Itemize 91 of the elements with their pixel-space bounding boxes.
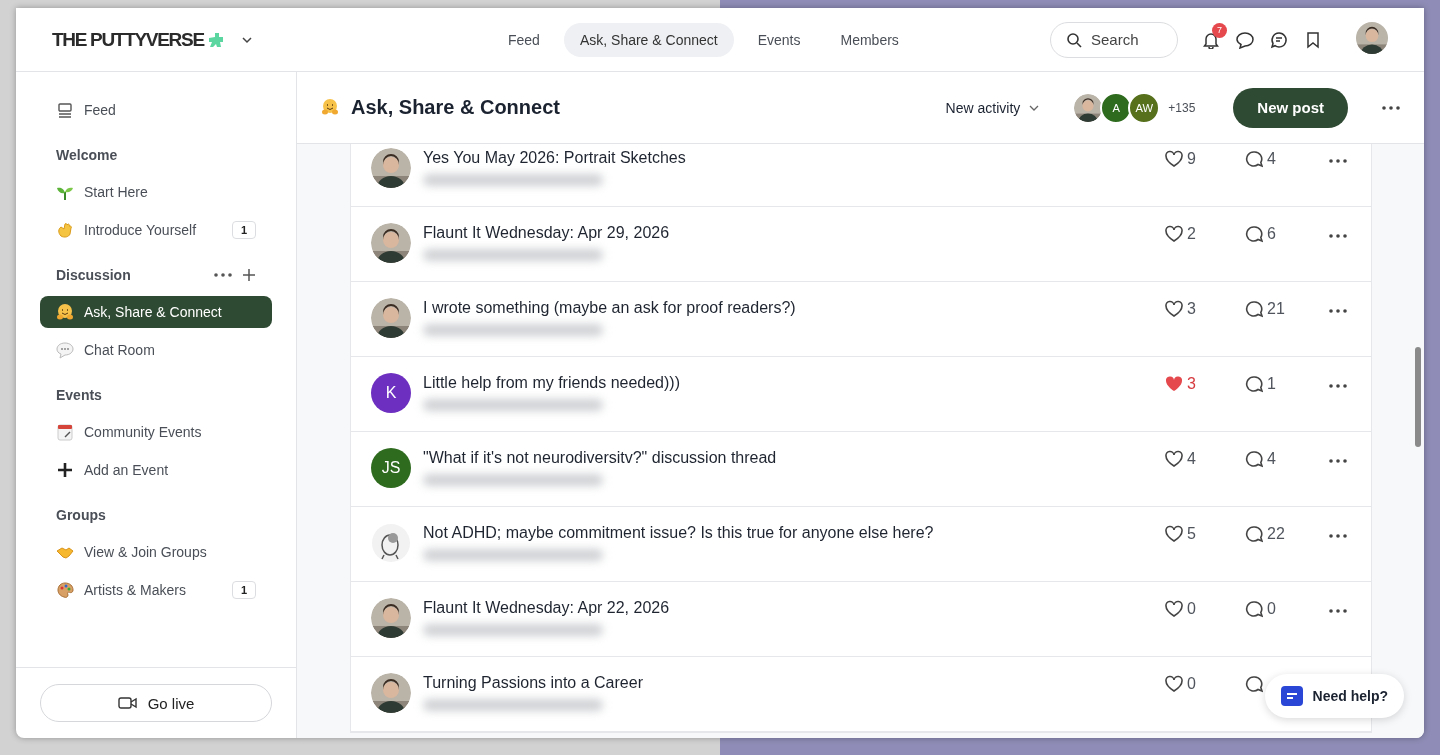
avatar[interactable]: K xyxy=(371,373,411,413)
sidebar-item[interactable]: Introduce Yourself 1 xyxy=(40,214,272,246)
nav-tab[interactable]: Feed xyxy=(492,22,556,57)
more-icon xyxy=(1329,534,1347,538)
comment-icon xyxy=(1245,375,1263,393)
section-title: Groups xyxy=(56,507,106,523)
avatar-icon[interactable] xyxy=(371,673,411,713)
comment-icon xyxy=(1245,525,1263,543)
sidebar-item[interactable]: Add an Event xyxy=(40,454,272,486)
more-icon xyxy=(1329,159,1347,163)
post-title[interactable]: I wrote something (maybe an ask for proof readers?) xyxy=(423,298,1165,318)
feed-icon xyxy=(56,101,74,119)
logo[interactable]: THE PUTTYVERSE xyxy=(52,28,204,51)
like-count: 2 xyxy=(1187,225,1196,243)
comment-icon xyxy=(1245,150,1263,168)
comment-count: 21 xyxy=(1267,300,1285,318)
more-icon xyxy=(1382,105,1400,110)
section-title: Events xyxy=(56,387,102,403)
palette-icon xyxy=(56,581,74,599)
more-icon xyxy=(1329,459,1347,463)
puzzle-piece-icon xyxy=(207,30,226,49)
sidebar-item[interactable]: Start Here xyxy=(40,176,272,208)
nav-tab[interactable]: Members xyxy=(824,22,915,57)
sidebar-item[interactable]: Chat Room xyxy=(40,334,272,366)
like-count: 3 xyxy=(1187,300,1196,318)
like-count: 4 xyxy=(1187,450,1196,468)
sidebar-item[interactable]: Feed xyxy=(40,94,272,126)
avatar-icon[interactable] xyxy=(371,298,411,338)
sidebar-item[interactable]: Community Events xyxy=(40,416,272,448)
new-post-button[interactable]: New post xyxy=(1233,87,1348,128)
comment-count: 4 xyxy=(1267,150,1276,168)
nav-tab[interactable]: Ask, Share & Connect xyxy=(563,22,734,57)
comment-count: 4 xyxy=(1267,450,1276,468)
hugging-face-icon xyxy=(56,303,74,321)
speech-bubble-icon xyxy=(56,341,74,359)
avatar-icon[interactable] xyxy=(371,598,411,638)
nav-tab[interactable]: Events xyxy=(741,22,817,57)
comment-count: 0 xyxy=(1267,600,1276,618)
calendar-icon xyxy=(56,423,74,441)
comment-count: 6 xyxy=(1267,225,1276,243)
notification-badge: 7 xyxy=(1212,22,1227,38)
sort-dropdown[interactable]: New activity xyxy=(945,99,1041,116)
comment-count: 1 xyxy=(1267,375,1276,393)
post-title[interactable]: Yes You May 2026: Portrait Sketches xyxy=(423,148,1165,168)
help-button[interactable]: Need help? xyxy=(1264,674,1404,718)
more-icon xyxy=(1329,609,1347,613)
search-icon xyxy=(1066,31,1082,48)
avatar[interactable]: JS xyxy=(371,448,411,488)
section-title: Welcome xyxy=(56,147,118,163)
bookmark-icon xyxy=(1304,30,1322,49)
more-icon xyxy=(1329,309,1347,313)
chat-icon xyxy=(1236,30,1254,49)
count-badge: 1 xyxy=(231,581,256,599)
plus-icon xyxy=(56,461,74,479)
more-icon xyxy=(1329,384,1347,388)
video-camera-icon xyxy=(117,695,138,711)
avatar[interactable]: AW xyxy=(1128,91,1161,124)
comment-icon xyxy=(1245,225,1263,243)
avatar-icon[interactable] xyxy=(371,148,411,188)
post-title[interactable]: Flaunt It Wednesday: Apr 22, 2026 xyxy=(423,598,1165,618)
comment-icon xyxy=(1245,450,1263,468)
avatar-icon[interactable] xyxy=(1356,21,1388,54)
post-title[interactable]: "What if it's not neurodiversitv?" discussion thread xyxy=(423,448,1165,468)
post-title[interactable]: Turning Passions into a Career xyxy=(423,673,1165,693)
sketch-icon[interactable] xyxy=(371,523,411,563)
comment-count: 22 xyxy=(1267,525,1285,543)
post-title[interactable]: Little help from my friends needed))) xyxy=(423,373,1165,393)
go-live-button[interactable]: Go live xyxy=(40,684,272,722)
like-count: 0 xyxy=(1187,600,1196,618)
like-count: 5 xyxy=(1187,525,1196,543)
sidebar-item[interactable]: Ask, Share & Connect xyxy=(40,296,272,328)
comment-icon xyxy=(1245,675,1263,693)
post-title[interactable]: Not ADHD; maybe commitment issue? Is this true for anyone else here? xyxy=(423,523,1165,543)
avatar-icon[interactable] xyxy=(371,223,411,263)
like-count: 0 xyxy=(1187,675,1196,693)
search-field[interactable]: Search xyxy=(1050,21,1178,58)
member-count: +135 xyxy=(1168,100,1196,115)
help-chat-icon xyxy=(1280,686,1303,706)
post-title[interactable]: Flaunt It Wednesday: Apr 29, 2026 xyxy=(423,223,1165,243)
page-title: Ask, Share & Connect xyxy=(351,96,560,119)
messages-icon xyxy=(1270,30,1288,49)
sidebar-item[interactable]: View & Join Groups xyxy=(40,536,272,568)
count-badge: 1 xyxy=(231,221,256,239)
comment-icon xyxy=(1245,300,1263,318)
section-title: Discussion xyxy=(56,267,131,283)
more-icon xyxy=(214,273,232,277)
comment-icon xyxy=(1245,600,1263,618)
sidebar-item[interactable]: Artists & Makers 1 xyxy=(40,574,272,606)
like-count: 3 xyxy=(1187,375,1196,393)
more-icon xyxy=(1329,234,1347,238)
like-count: 9 xyxy=(1187,150,1196,168)
